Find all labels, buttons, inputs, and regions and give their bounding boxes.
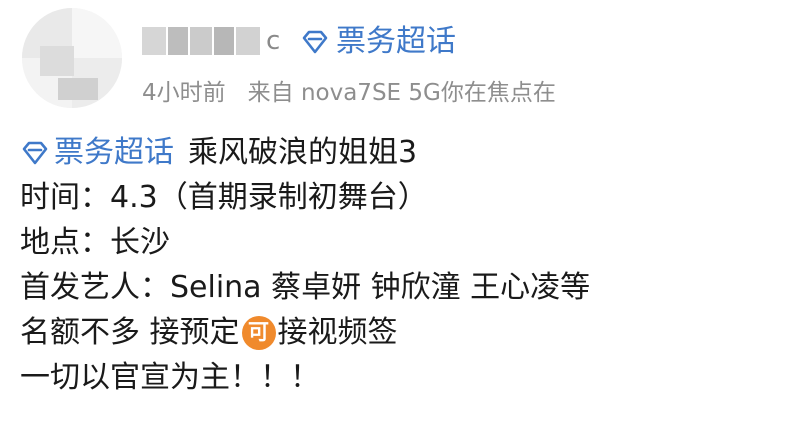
content-text: 时间：4.3（首期录制初舞台） [20,180,428,215]
post-meta: 4小时前 来自 nova7SE 5G你在焦点在 [142,78,556,108]
diamond-icon [22,141,48,164]
content-line: 时间：4.3（首期录制初舞台） [20,175,790,220]
blur-block [168,27,188,55]
post-source: 来自 nova7SE 5G你在焦点在 [247,80,556,106]
content-line: 票务超话 乘风破浪的姐姐3 [20,130,790,175]
post-time: 4小时前 [142,80,226,106]
content-line: 一切以官宣为主！！！ [20,355,790,400]
blur-block [214,27,234,55]
content-text: 接视频签 [277,315,398,350]
topic-link[interactable]: 票务超话 [20,130,174,175]
username-tail: c [266,26,281,56]
blur-block [236,27,260,55]
content-text: 名额不多 接预定 [20,315,240,350]
blur-block [190,27,212,55]
content-line: 首发艺人：Selina 蔡卓妍 钟欣潼 王心凌等 [20,265,790,310]
blur-block [142,27,166,55]
content-line: 名额不多 接预定 可 接视频签 [20,310,790,355]
content-text: 乘风破浪的姐姐3 [188,135,418,170]
avatar[interactable] [22,8,122,108]
diamond-icon [302,30,328,54]
post-content: 票务超话 乘风破浪的姐姐3 时间：4.3（首期录制初舞台） 地点：长沙 首发艺人… [20,130,790,400]
content-text: 首发艺人：Selina 蔡卓妍 钟欣潼 王心凌等 [20,270,591,305]
content-text: 地点：长沙 [20,225,170,260]
ke-badge-icon: 可 [241,315,276,350]
topic-link-label: 票务超话 [54,135,174,170]
content-text: 一切以官宣为主！！！ [20,360,320,395]
content-line: 地点：长沙 [20,220,790,265]
super-topic-link[interactable]: 票务超话 [300,22,456,62]
super-topic-label: 票务超话 [336,24,456,59]
